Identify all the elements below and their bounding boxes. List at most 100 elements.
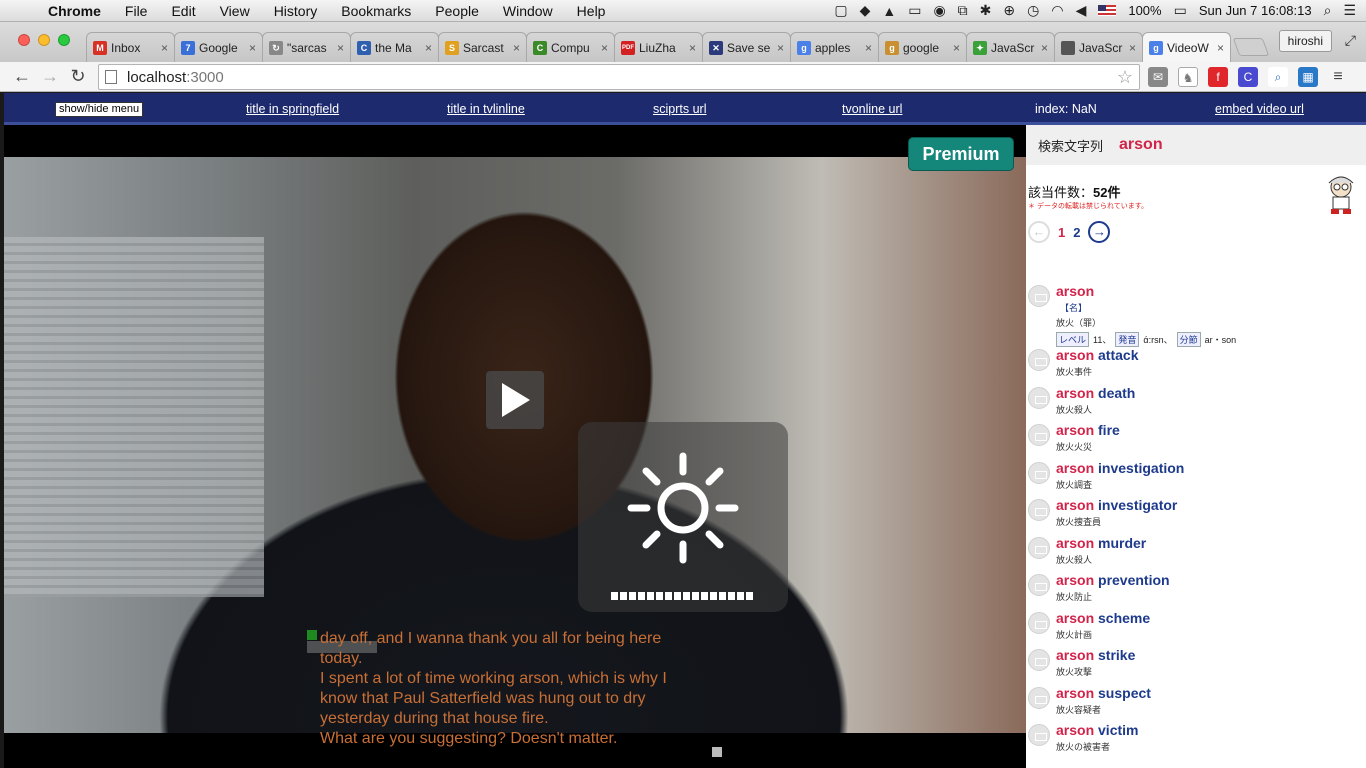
entry-phrase[interactable]: arson scheme	[1056, 610, 1366, 626]
tab-4[interactable]: S Sarcast ×	[438, 32, 527, 62]
back-icon[interactable]: ←	[8, 66, 36, 87]
tab-12[interactable]: g VideoW ×	[1142, 32, 1231, 62]
list-item[interactable]: arson scheme 放火計画	[1026, 610, 1366, 648]
close-window-button[interactable]	[18, 34, 30, 46]
mail-extension-icon[interactable]: ✉	[1148, 67, 1168, 87]
menu-edit[interactable]: Edit	[159, 3, 207, 19]
list-item[interactable]: arson 【名】 放火（罪） レベル 11、 発音 ά:rsn、 分節 ar・…	[1026, 283, 1366, 347]
entry-phrase[interactable]: arson prevention	[1056, 572, 1366, 588]
bluetooth-icon[interactable]: ✱	[980, 2, 992, 19]
close-tab-icon[interactable]: ×	[865, 41, 872, 55]
record-icon[interactable]: ◉	[933, 2, 945, 19]
tvonline-url-link[interactable]: tvonline url	[842, 102, 902, 116]
list-item[interactable]: arson attack 放火事件	[1026, 347, 1366, 385]
airplay-icon[interactable]: ▭	[908, 2, 921, 19]
tab-1[interactable]: 7 Google ×	[174, 32, 263, 62]
next-page-icon[interactable]: →	[1088, 221, 1111, 243]
close-tab-icon[interactable]: ×	[601, 41, 608, 55]
battery-icon[interactable]: ▭	[1174, 2, 1187, 19]
spotlight-search-icon[interactable]: ⌕	[1324, 2, 1332, 19]
input-source-flag-icon[interactable]	[1098, 5, 1117, 16]
screen-icon[interactable]: ▢	[834, 2, 847, 19]
notification-icon[interactable]: ▲	[882, 3, 896, 19]
wifi-icon[interactable]: ◠	[1051, 2, 1063, 19]
fullscreen-icon[interactable]: ⤢	[1345, 32, 1356, 49]
new-tab-button[interactable]	[1232, 38, 1270, 56]
menu-bookmarks[interactable]: Bookmarks	[329, 3, 423, 19]
minimize-window-button[interactable]	[38, 34, 50, 46]
video-player[interactable]: Premium day off, and I wanna thank you a…	[4, 125, 1026, 768]
entry-phrase[interactable]: arson investigation	[1056, 460, 1366, 476]
sync-icon[interactable]: ⧉	[958, 2, 968, 19]
close-tab-icon[interactable]: ×	[1129, 41, 1136, 55]
lookup-extension-icon[interactable]: ⌕	[1268, 67, 1288, 87]
tab-10[interactable]: ✦ JavaScr ×	[966, 32, 1055, 62]
list-item[interactable]: arson suspect 放火容疑者	[1026, 685, 1366, 723]
title-springfield-link[interactable]: title in springfield	[246, 102, 339, 116]
close-tab-icon[interactable]: ×	[425, 41, 432, 55]
address-bar[interactable]: localhost:3000 ☆	[98, 64, 1140, 90]
premium-button[interactable]: Premium	[909, 138, 1013, 170]
reload-icon[interactable]: ↻	[64, 66, 92, 87]
zoom-window-button[interactable]	[58, 34, 70, 46]
tab-3[interactable]: Cthe Ma ×	[350, 32, 439, 62]
list-item[interactable]: arson investigation 放火調査	[1026, 460, 1366, 498]
extension-c-icon[interactable]: C	[1238, 67, 1258, 87]
entry-phrase[interactable]: arson murder	[1056, 535, 1366, 551]
entry-word[interactable]: arson	[1056, 283, 1094, 299]
dropbox-icon[interactable]: ◆	[860, 2, 871, 19]
close-tab-icon[interactable]: ×	[1217, 41, 1224, 55]
entry-phrase[interactable]: arson strike	[1056, 647, 1366, 663]
bookmark-star-icon[interactable]: ☆	[1117, 67, 1133, 88]
menu-file[interactable]: File	[113, 3, 160, 19]
tab-0[interactable]: M Inbox ×	[86, 32, 175, 62]
tab-2[interactable]: ↻ "sarcas ×	[262, 32, 351, 62]
prev-page-icon[interactable]: ←	[1028, 221, 1050, 243]
menu-history[interactable]: History	[262, 3, 330, 19]
list-item[interactable]: arson death 放火殺人	[1026, 385, 1366, 423]
list-item[interactable]: arson fire 放火火災	[1026, 422, 1366, 460]
scripts-url-link[interactable]: sciprts url	[653, 102, 706, 116]
progress-knob[interactable]	[712, 747, 722, 757]
entry-phrase[interactable]: arson suspect	[1056, 685, 1366, 701]
close-tab-icon[interactable]: ×	[1041, 41, 1048, 55]
entry-phrase[interactable]: arson death	[1056, 385, 1366, 401]
page-2-link[interactable]: 2	[1073, 225, 1080, 240]
close-tab-icon[interactable]: ×	[337, 41, 344, 55]
list-item[interactable]: arson prevention 放火防止	[1026, 572, 1366, 610]
menu-view[interactable]: View	[208, 3, 262, 19]
forward-icon[interactable]: →	[36, 66, 64, 87]
tab-6[interactable]: PDF LiuZha ×	[614, 32, 703, 62]
title-tvlinline-link[interactable]: title in tvlinline	[447, 102, 525, 116]
close-tab-icon[interactable]: ×	[777, 41, 784, 55]
layout-extension-icon[interactable]: ▦	[1298, 67, 1318, 87]
embed-video-url-link[interactable]: embed video url	[1215, 102, 1304, 116]
page-1-link[interactable]: 1	[1058, 225, 1065, 240]
entry-phrase[interactable]: arson fire	[1056, 422, 1366, 438]
list-item[interactable]: arson victim 放火の被害者	[1026, 722, 1366, 760]
entry-phrase[interactable]: arson attack	[1056, 347, 1366, 363]
play-button[interactable]	[486, 371, 544, 429]
close-tab-icon[interactable]: ×	[953, 41, 960, 55]
tab-8[interactable]: g apples ×	[790, 32, 879, 62]
show-hide-menu-button[interactable]: show/hide menu	[55, 102, 144, 117]
notification-center-icon[interactable]: ☰	[1343, 2, 1356, 19]
menu-help[interactable]: Help	[565, 3, 618, 19]
flipboard-extension-icon[interactable]: f	[1208, 67, 1228, 87]
evernote-extension-icon[interactable]: ♞	[1178, 67, 1198, 87]
list-item[interactable]: arson murder 放火殺人	[1026, 535, 1366, 573]
menu-app-name[interactable]: Chrome	[36, 3, 113, 19]
tab-9[interactable]: g google ×	[878, 32, 967, 62]
profile-button[interactable]: hiroshi	[1278, 30, 1332, 52]
tab-7[interactable]: ✕ Save se ×	[702, 32, 791, 62]
tab-11[interactable]: JavaScr ×	[1054, 32, 1143, 62]
battery-percent[interactable]: 100%	[1128, 3, 1161, 18]
close-tab-icon[interactable]: ×	[689, 41, 696, 55]
tab-5[interactable]: C Compu ×	[526, 32, 615, 62]
close-tab-icon[interactable]: ×	[513, 41, 520, 55]
entry-phrase[interactable]: arson investigator	[1056, 497, 1366, 513]
time-machine-icon[interactable]: ◷	[1027, 2, 1039, 19]
list-item[interactable]: arson investigator 放火捜査員	[1026, 497, 1366, 535]
accessibility-icon[interactable]: ⊕	[1003, 2, 1015, 19]
close-tab-icon[interactable]: ×	[249, 41, 256, 55]
